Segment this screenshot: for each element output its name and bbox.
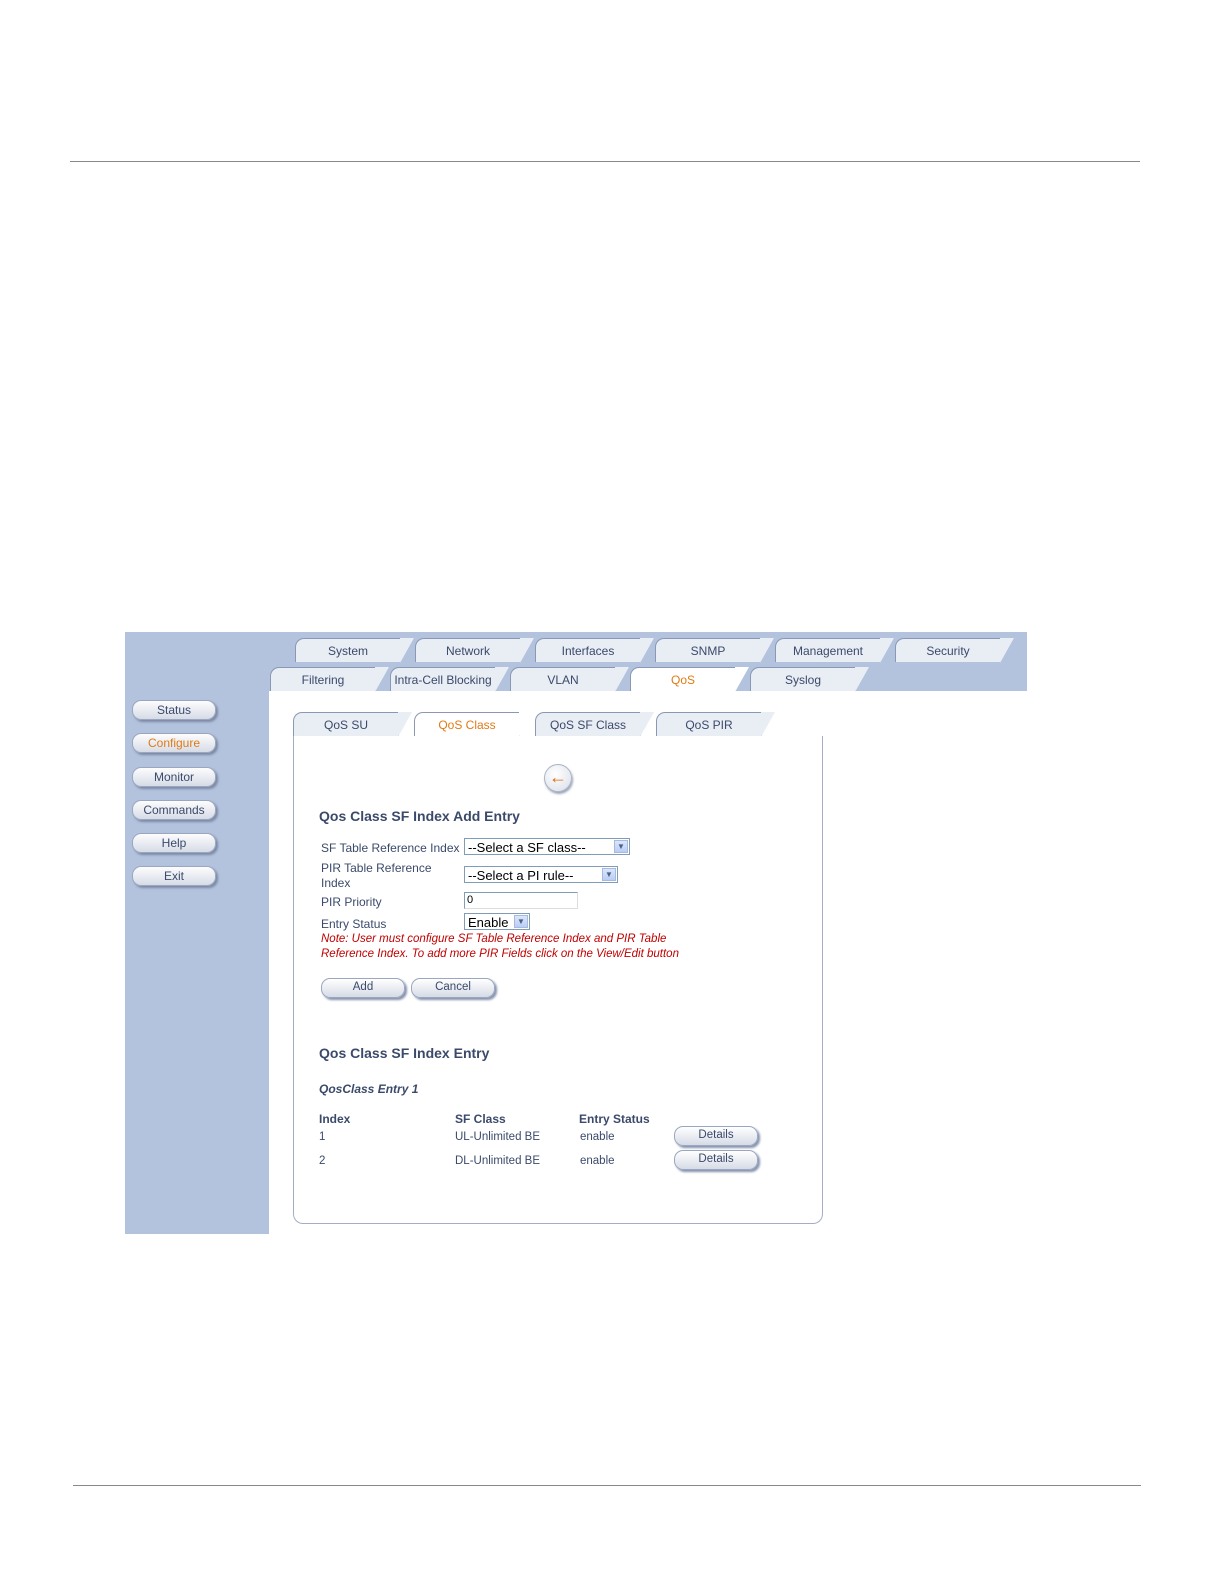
entry-list-title: Qos Class SF Index Entry bbox=[319, 1045, 490, 1061]
sf-class-select[interactable]: --Select a SF class-- ▼ bbox=[464, 838, 630, 855]
tab-qos-pir[interactable]: QoS PIR bbox=[656, 712, 775, 737]
tab-syslog[interactable]: Syslog bbox=[750, 667, 869, 692]
tab-qos[interactable]: QoS bbox=[630, 667, 749, 692]
tab-vlan[interactable]: VLAN bbox=[510, 667, 629, 692]
header-rule bbox=[70, 161, 1140, 162]
tab-intra-cell-blocking[interactable]: Intra-Cell Blocking bbox=[390, 667, 509, 692]
nav-exit-button[interactable]: Exit bbox=[132, 866, 216, 886]
nav-help-button[interactable]: Help bbox=[132, 833, 216, 853]
row-sf-class: DL-Unlimited BE bbox=[455, 1155, 540, 1167]
row-status: enable bbox=[580, 1155, 615, 1167]
entry-status-label: Entry Status bbox=[321, 917, 387, 931]
tab-filtering[interactable]: Filtering bbox=[270, 667, 389, 692]
qos-tabs: QoS SU QoS Class QoS SF Class QoS PIR bbox=[293, 712, 777, 737]
sf-reference-label: SF Table Reference Index bbox=[321, 841, 460, 855]
tab-system[interactable]: System bbox=[295, 638, 414, 663]
sf-class-value: --Select a SF class-- bbox=[468, 840, 586, 855]
chevron-down-icon: ▼ bbox=[514, 915, 528, 928]
config-note: Note: User must configure SF Table Refer… bbox=[321, 932, 721, 962]
footer-rule bbox=[73, 1485, 1141, 1486]
nav-status-button[interactable]: Status bbox=[132, 700, 216, 720]
app-screenshot: Status Configure Monitor Commands Help E… bbox=[125, 632, 1027, 1234]
chevron-down-icon: ▼ bbox=[602, 868, 616, 881]
row-index: 1 bbox=[319, 1131, 326, 1143]
tab-qos-su[interactable]: QoS SU bbox=[293, 712, 412, 737]
pir-priority-label: PIR Priority bbox=[321, 895, 382, 909]
entry-status-value: Enable bbox=[468, 915, 509, 930]
chevron-down-icon: ▼ bbox=[614, 840, 628, 853]
col-sf-class-header: SF Class bbox=[455, 1112, 506, 1126]
row-sf-class: UL-Unlimited BE bbox=[455, 1131, 540, 1143]
left-nav: Status Configure Monitor Commands Help E… bbox=[125, 632, 269, 1234]
config-note-line-2: Reference Index. To add more PIR Fields … bbox=[321, 948, 679, 960]
sub-tabs: Filtering Intra-Cell Blocking VLAN QoS S… bbox=[270, 667, 870, 692]
tab-network[interactable]: Network bbox=[415, 638, 534, 663]
tab-management[interactable]: Management bbox=[775, 638, 894, 663]
add-entry-title: Qos Class SF Index Add Entry bbox=[319, 808, 520, 824]
nav-commands-button[interactable]: Commands bbox=[132, 800, 216, 820]
col-index-header: Index bbox=[319, 1112, 351, 1126]
add-button[interactable]: Add bbox=[321, 978, 405, 998]
pir-reference-label: PIR Table Reference bbox=[321, 861, 432, 875]
row-index: 2 bbox=[319, 1155, 326, 1167]
pir-rule-value: --Select a PI rule-- bbox=[468, 868, 574, 883]
row-status: enable bbox=[580, 1131, 615, 1143]
qos-class-panel: ← Qos Class SF Index Add Entry SF Table … bbox=[293, 736, 823, 1224]
tab-qos-class[interactable]: QoS Class bbox=[414, 712, 533, 737]
nav-configure-button[interactable]: Configure bbox=[132, 733, 216, 753]
details-button[interactable]: Details bbox=[674, 1150, 758, 1170]
entry-status-select[interactable]: Enable ▼ bbox=[464, 913, 530, 930]
tab-snmp[interactable]: SNMP bbox=[655, 638, 774, 663]
col-entry-status-header: Entry Status bbox=[579, 1112, 650, 1126]
tab-interfaces[interactable]: Interfaces bbox=[535, 638, 654, 663]
tab-qos-sf-class[interactable]: QoS SF Class bbox=[535, 712, 654, 737]
pir-rule-select[interactable]: --Select a PI rule-- ▼ bbox=[464, 866, 618, 883]
back-arrow-icon[interactable]: ← bbox=[544, 764, 572, 792]
main-tabs: System Network Interfaces SNMP Managemen… bbox=[295, 638, 1015, 663]
pir-reference-label-2: Index bbox=[321, 876, 351, 890]
entry-subtitle: QosClass Entry 1 bbox=[319, 1082, 419, 1096]
cancel-button[interactable]: Cancel bbox=[411, 978, 495, 998]
nav-monitor-button[interactable]: Monitor bbox=[132, 767, 216, 787]
pir-priority-input[interactable]: 0 bbox=[464, 892, 578, 909]
config-note-line-1: Note: User must configure SF Table Refer… bbox=[321, 933, 667, 945]
details-button[interactable]: Details bbox=[674, 1126, 758, 1146]
tab-security[interactable]: Security bbox=[895, 638, 1014, 663]
